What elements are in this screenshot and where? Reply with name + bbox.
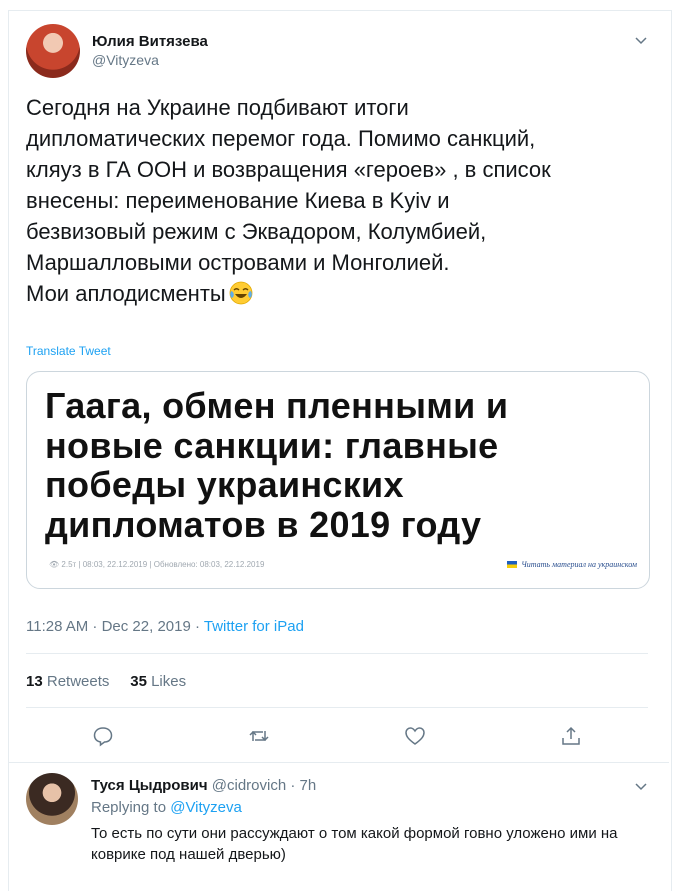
- reply-author-handle[interactable]: @cidrovich: [212, 777, 286, 794]
- author-avatar[interactable]: [26, 24, 80, 78]
- divider: [26, 653, 648, 654]
- retweets-label: Retweets: [46, 673, 110, 690]
- retweet-icon[interactable]: [248, 725, 270, 747]
- tweet-source[interactable]: Twitter for iPad: [204, 618, 304, 635]
- chevron-down-icon[interactable]: [633, 778, 649, 794]
- card-read-link-text: Читать материал на украинском: [521, 560, 637, 569]
- card-meta: 👁 2.5т | 08:03, 22.12.2019 | Обновлено: …: [49, 560, 264, 569]
- reply-icon[interactable]: [92, 725, 114, 747]
- tweet-stats: 13 Retweets 35 Likes: [26, 673, 186, 690]
- likes-count: 35: [130, 673, 147, 690]
- replying-to-mention[interactable]: @Vityzeva: [170, 799, 242, 816]
- card-headline: Гаага, обмен пленными и новые санкции: г…: [45, 385, 509, 545]
- eye-icon: 👁: [49, 560, 60, 569]
- reply-separator: ·: [290, 777, 296, 794]
- reply-text: То есть по сути они рассуждают о том как…: [91, 825, 618, 863]
- ukraine-flag-icon: [507, 561, 518, 568]
- link-preview-card[interactable]: Гаага, обмен пленными и новые санкции: г…: [26, 371, 650, 589]
- face-with-tears-of-joy-icon: [229, 281, 253, 305]
- heart-icon[interactable]: [404, 725, 426, 747]
- divider: [9, 762, 669, 763]
- replying-to: Replying to @Vityzeva: [91, 799, 242, 816]
- retweets-count: 13: [26, 673, 43, 690]
- reply-time[interactable]: 7h: [300, 777, 317, 794]
- reply-author-avatar[interactable]: [26, 773, 78, 825]
- likes-label: Likes: [151, 673, 187, 690]
- tweet-text: Сегодня на Украине подбивают итоги дипло…: [26, 92, 646, 309]
- author-handle[interactable]: @Vityzeva: [92, 52, 159, 68]
- reply-author-name[interactable]: Туся Цыдрович: [91, 777, 208, 794]
- divider: [26, 707, 648, 708]
- retweets-stat[interactable]: 13 Retweets: [26, 673, 109, 690]
- timestamp-text[interactable]: 11:28 AM · Dec 22, 2019 ·: [26, 618, 204, 635]
- card-read-link[interactable]: Читать материал на украинском: [507, 560, 637, 569]
- tweet-body: Сегодня на Украине подбивают итоги дипло…: [26, 95, 551, 306]
- tweet-timestamp: 11:28 AM · Dec 22, 2019 · Twitter for iP…: [26, 618, 304, 635]
- card-meta-text: 2.5т | 08:03, 22.12.2019 | Обновлено: 08…: [61, 560, 265, 569]
- translate-tweet-link[interactable]: Translate Tweet: [26, 344, 111, 358]
- chevron-down-icon[interactable]: [633, 32, 649, 48]
- likes-stat[interactable]: 35 Likes: [130, 673, 186, 690]
- reply-header: Туся Цыдрович @cidrovich · 7h: [91, 777, 316, 794]
- replying-label: Replying to: [91, 799, 167, 816]
- author-name[interactable]: Юлия Витязева: [92, 33, 208, 50]
- share-icon[interactable]: [560, 725, 582, 747]
